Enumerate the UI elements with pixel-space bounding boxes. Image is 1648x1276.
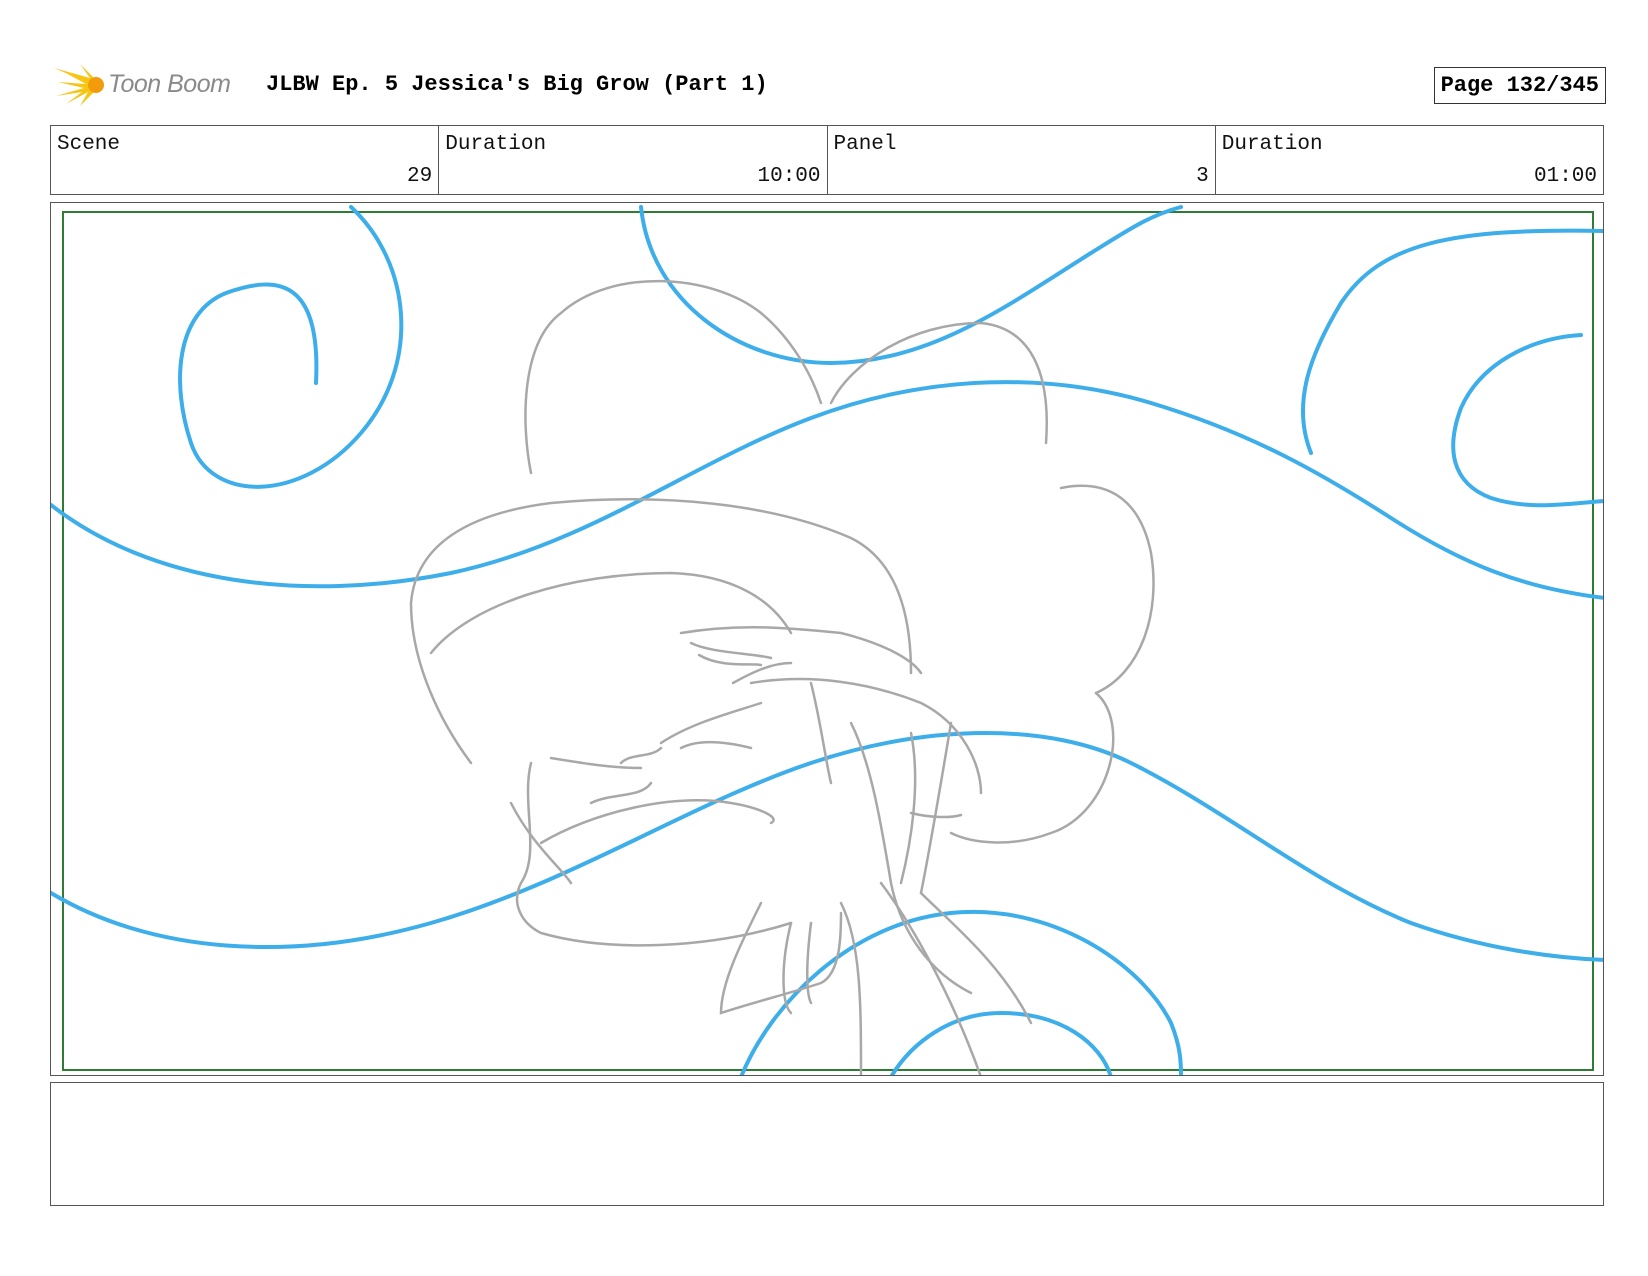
safe-frame — [62, 211, 1594, 1071]
panel-value: 3 — [1196, 165, 1209, 188]
scene-value: 29 — [407, 165, 433, 188]
storyboard-panel — [50, 202, 1604, 1076]
scene-info-table: Scene 29 Duration 10:00 Panel 3 Duration… — [50, 125, 1604, 195]
scene-label: Scene — [57, 133, 121, 156]
scene-duration-cell: Duration 10:00 — [439, 126, 828, 194]
scene-duration-value: 10:00 — [757, 165, 821, 188]
storyboard-header: Toon Boom JLBW Ep. 5 Jessica's Big Grow … — [50, 58, 1606, 112]
panel-duration-label: Duration — [1221, 133, 1323, 156]
scene-duration-label: Duration — [445, 133, 547, 156]
wind-swirls — [51, 205, 1603, 1075]
page-indicator: Page 132/345 — [1433, 67, 1606, 104]
panel-duration-value: 01:00 — [1533, 165, 1597, 188]
panel-duration-cell: Duration 01:00 — [1216, 126, 1603, 194]
scene-cell: Scene 29 — [51, 126, 440, 194]
starburst-icon — [54, 64, 104, 106]
character-sketch — [409, 279, 1155, 1075]
logo-text: Toon Boom — [108, 70, 231, 98]
panel-cell: Panel 3 — [828, 126, 1216, 194]
toon-boom-logo: Toon Boom — [52, 60, 252, 110]
panel-notes[interactable] — [50, 1082, 1604, 1206]
panel-label: Panel — [833, 133, 897, 156]
panel-artwork — [51, 205, 1603, 1075]
document-title: JLBW Ep. 5 Jessica's Big Grow (Part 1) — [266, 72, 768, 97]
